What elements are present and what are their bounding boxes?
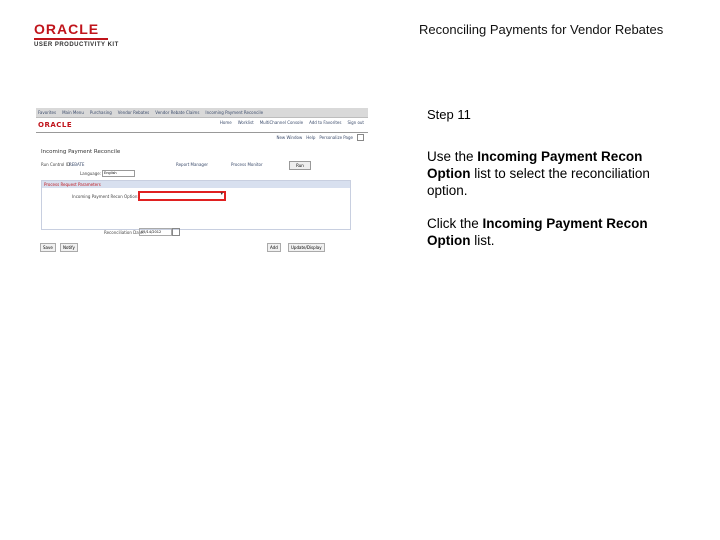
report-manager-link[interactable]: Report Manager xyxy=(176,162,208,167)
instruction-1-pre: Use the xyxy=(427,149,478,164)
link-personalize[interactable]: Personalize Page xyxy=(319,135,353,140)
oracle-logo: ORACLE USER PRODUCTIVITY KIT xyxy=(34,22,134,48)
nav-purchasing[interactable]: Purchasing xyxy=(90,110,112,115)
recon-option-label: Incoming Payment Recon Option: xyxy=(72,194,139,199)
logo-subtext: USER PRODUCTIVITY KIT xyxy=(34,42,119,48)
link-home[interactable]: Home xyxy=(220,120,232,125)
nav-main-menu[interactable]: Main Menu xyxy=(62,110,84,115)
update-display-button[interactable]: Update/Display xyxy=(288,243,325,252)
run-control-value: REBATE xyxy=(69,162,85,167)
language-label: Language: xyxy=(80,171,102,176)
top-nav-bar: Favorites Main Menu Purchasing Vendor Re… xyxy=(36,108,368,118)
link-worklist[interactable]: Worklist xyxy=(238,120,254,125)
page-links: New Window Help Personalize Page xyxy=(276,134,364,141)
save-button[interactable]: Save xyxy=(40,243,56,252)
section-header: Process Request Parameters xyxy=(42,181,350,188)
calendar-icon[interactable] xyxy=(172,228,180,236)
instruction-2-post: list. xyxy=(470,233,495,248)
http-icon[interactable] xyxy=(357,134,364,141)
page-title: Incoming Payment Reconcile xyxy=(41,149,121,155)
instruction-1: Use the Incoming Payment Recon Option li… xyxy=(427,148,687,199)
app-logo: ORACLE xyxy=(38,121,73,129)
recon-date-input[interactable]: 05/14/2012 xyxy=(139,228,172,236)
add-button[interactable]: Add xyxy=(267,243,281,252)
process-parameters-section: Process Request Parameters Incoming Paym… xyxy=(41,180,351,230)
link-add-favorites[interactable]: Add to Favorites xyxy=(309,120,341,125)
logo-bar xyxy=(34,38,108,40)
link-help[interactable]: Help xyxy=(306,135,315,140)
app-screenshot: Favorites Main Menu Purchasing Vendor Re… xyxy=(36,108,368,254)
step-label: Step 11 xyxy=(427,107,471,122)
instruction-2-pre: Click the xyxy=(427,216,483,231)
run-control-label: Run Control ID: xyxy=(41,162,72,167)
link-new-window[interactable]: New Window xyxy=(276,135,302,140)
language-select[interactable]: English xyxy=(102,170,135,177)
nav-favorites[interactable]: Favorites xyxy=(38,110,56,115)
run-button[interactable]: Run xyxy=(289,161,311,170)
nav-incoming-payment[interactable]: Incoming Payment Reconcile xyxy=(205,110,263,115)
logo-text: ORACLE xyxy=(34,21,100,37)
nav-vendor-rebates[interactable]: Vendor Rebates xyxy=(118,110,150,115)
dropdown-arrow-icon: ▾ xyxy=(220,191,223,197)
link-sign-out[interactable]: Sign out xyxy=(347,120,364,125)
document-title: Reconciling Payments for Vendor Rebates xyxy=(419,22,664,37)
nav-vendor-rebate-claims[interactable]: Vendor Rebate Claims xyxy=(155,110,199,115)
link-multichannel[interactable]: MultiChannel Console xyxy=(260,120,303,125)
bottom-toolbar: Save Notify Add Update/Display xyxy=(36,243,368,253)
notify-button[interactable]: Notify xyxy=(60,243,78,252)
process-monitor-link[interactable]: Process Monitor xyxy=(231,162,263,167)
instruction-2: Click the Incoming Payment Recon Option … xyxy=(427,215,687,249)
brand-row: ORACLE Home Worklist MultiChannel Consol… xyxy=(36,118,368,133)
recon-option-select[interactable]: ▾ xyxy=(138,191,226,201)
header-links: Home Worklist MultiChannel Console Add t… xyxy=(220,120,364,125)
